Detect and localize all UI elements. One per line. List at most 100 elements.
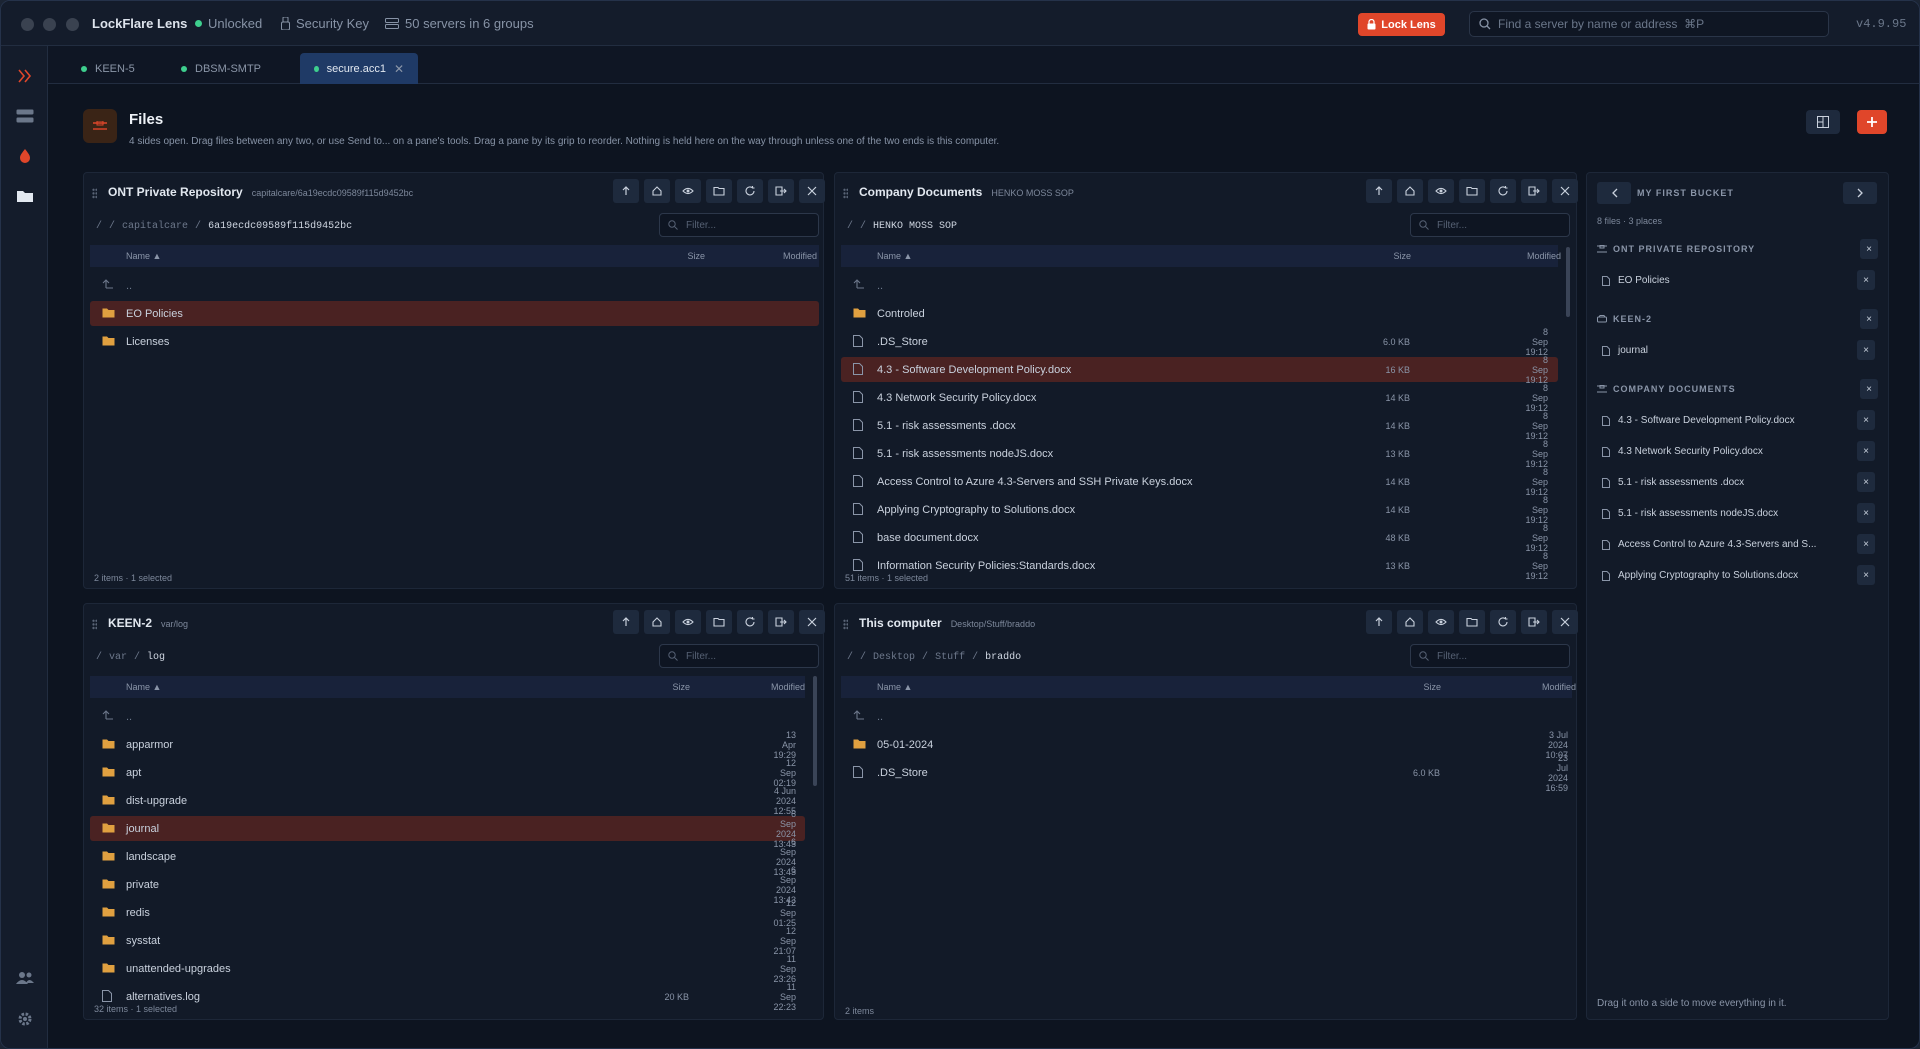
security-key-indicator[interactable]: Security Key (281, 16, 369, 31)
parent-directory-row[interactable]: .. (90, 273, 819, 298)
folder-row[interactable]: EO Policies (90, 301, 819, 326)
sort-by-size[interactable]: Size (687, 251, 705, 261)
scrollbar[interactable] (813, 676, 817, 786)
pane-grip-icon[interactable] (843, 619, 848, 630)
sort-by-modified[interactable]: Modified (783, 251, 817, 261)
bucket-prev-button[interactable] (1597, 182, 1631, 204)
sort-by-modified[interactable]: Modified (1527, 251, 1561, 261)
settings-nav-icon[interactable] (13, 1007, 37, 1031)
upload-button[interactable] (1366, 179, 1392, 203)
breadcrumb-segment[interactable]: / (860, 221, 866, 232)
window-close-button[interactable] (21, 18, 34, 31)
preview-button[interactable] (675, 179, 701, 203)
remove-item-button[interactable]: × (1857, 441, 1875, 461)
servers-nav-icon[interactable] (13, 104, 37, 128)
filter-field[interactable] (659, 213, 819, 237)
remove-item-button[interactable]: × (1857, 503, 1875, 523)
remove-item-button[interactable]: × (1857, 472, 1875, 492)
pane-grip-icon[interactable] (843, 188, 848, 199)
file-row[interactable]: .DS_Store 6.0 KB 8 Sep 19:12 (841, 327, 1558, 357)
parent-directory-row[interactable]: .. (841, 273, 1558, 298)
window-zoom-button[interactable] (66, 18, 79, 31)
team-nav-icon[interactable] (13, 966, 37, 990)
send-to-button[interactable] (768, 179, 794, 203)
home-button[interactable] (1397, 179, 1423, 203)
home-button[interactable] (644, 610, 670, 634)
bucket-next-button[interactable] (1843, 182, 1877, 204)
home-button[interactable] (1397, 610, 1423, 634)
home-button[interactable] (644, 179, 670, 203)
refresh-button[interactable] (737, 610, 763, 634)
sort-by-size[interactable]: Size (672, 682, 690, 692)
breadcrumb-segment[interactable]: Stuff (935, 652, 965, 663)
add-pane-button[interactable] (1857, 110, 1887, 134)
new-folder-button[interactable] (1459, 610, 1485, 634)
breadcrumb-segment[interactable]: / (860, 652, 866, 663)
file-row[interactable]: 5.1 - risk assessments .docx 14 KB 8 Sep 1… (841, 411, 1558, 441)
folder-row[interactable]: apt 12 Sep 02:19 (90, 758, 805, 788)
sort-by-name[interactable]: Name ▲ (126, 251, 161, 261)
breadcrumb-segment[interactable]: / (96, 221, 102, 232)
breadcrumb-segment[interactable]: / (847, 652, 853, 663)
send-to-button[interactable] (1521, 610, 1547, 634)
tab-keen-5[interactable]: KEEN-5 (67, 53, 149, 84)
breadcrumb-segment[interactable]: var (109, 652, 127, 663)
lock-lens-button[interactable]: Lock Lens (1358, 13, 1445, 36)
breadcrumb-segment[interactable]: capitalcare (122, 221, 188, 232)
file-row[interactable]: 4.3 - Software Development Policy.docx 16… (841, 355, 1558, 385)
upload-button[interactable] (1366, 610, 1392, 634)
refresh-button[interactable] (1490, 179, 1516, 203)
preview-button[interactable] (675, 610, 701, 634)
filter-input[interactable] (686, 219, 806, 231)
file-row[interactable]: alternatives.log 20 KB 11 Sep 22:23 (90, 982, 805, 1012)
file-row[interactable]: Applying Cryptography to Solutions.docx 1… (841, 495, 1558, 525)
remove-item-button[interactable]: × (1857, 565, 1875, 585)
flare-nav-icon[interactable] (13, 144, 37, 168)
breadcrumb-segment[interactable]: / (972, 652, 978, 663)
folder-row[interactable]: private 6 Sep 2024 13:43 (90, 865, 805, 905)
filter-field[interactable] (1410, 644, 1570, 668)
pane-grip-icon[interactable] (92, 188, 97, 199)
filter-input[interactable] (1437, 219, 1557, 231)
breadcrumb-segment[interactable]: / (109, 221, 115, 232)
remove-group-button[interactable]: × (1860, 379, 1878, 399)
folder-row[interactable]: journal 6 Sep 2024 13:43 (90, 809, 805, 849)
close-tab-icon[interactable]: ✕ (394, 62, 404, 76)
new-folder-button[interactable] (1459, 179, 1485, 203)
tab-dbsm-smtp[interactable]: DBSM-SMTP (167, 53, 275, 84)
remove-group-button[interactable]: × (1860, 309, 1878, 329)
breadcrumb-segment[interactable]: / (195, 221, 201, 232)
filter-field[interactable] (659, 644, 819, 668)
sort-by-name[interactable]: Name ▲ (126, 682, 161, 692)
remove-group-button[interactable]: × (1860, 239, 1878, 259)
file-row[interactable]: .DS_Store 6.0 KB 23 Jul 2024 16:59 (841, 753, 1572, 793)
scrollbar[interactable] (1566, 247, 1570, 317)
expand-sidebar-icon[interactable] (13, 64, 37, 88)
refresh-button[interactable] (1490, 610, 1516, 634)
upload-button[interactable] (613, 610, 639, 634)
file-row[interactable]: 5.1 - risk assessments nodeJS.docx 13 KB 8… (841, 439, 1558, 469)
file-row[interactable]: Information Security Policies:Standards.… (841, 551, 1558, 581)
sort-by-modified[interactable]: Modified (1542, 682, 1576, 692)
pane-grip-icon[interactable] (92, 619, 97, 630)
file-row[interactable]: base document.docx 48 KB 8 Sep 19:12 (841, 523, 1558, 553)
filter-input[interactable] (1437, 650, 1557, 662)
parent-directory-row[interactable]: .. (841, 704, 1572, 729)
close-pane-button[interactable] (799, 179, 825, 203)
sort-by-modified[interactable]: Modified (771, 682, 805, 692)
breadcrumb-segment[interactable]: / (134, 652, 140, 663)
files-nav-icon[interactable] (13, 184, 37, 208)
folder-row[interactable]: apparmor 13 Apr 19:29 (90, 730, 805, 760)
breadcrumb-segment[interactable]: / (96, 652, 102, 663)
sort-by-name[interactable]: Name ▲ (877, 682, 912, 692)
folder-row[interactable]: Licenses (90, 329, 819, 354)
folder-row[interactable]: sysstat 12 Sep 21:07 (90, 926, 805, 956)
upload-button[interactable] (613, 179, 639, 203)
folder-row[interactable]: dist-upgrade 4 Jun 2024 12:55 (90, 786, 805, 816)
server-search[interactable] (1469, 11, 1829, 37)
send-to-button[interactable] (1521, 179, 1547, 203)
file-row[interactable]: Access Control to Azure 4.3-Servers and … (841, 467, 1558, 497)
server-count[interactable]: 50 servers in 6 groups (385, 16, 534, 31)
refresh-button[interactable] (737, 179, 763, 203)
close-pane-button[interactable] (799, 610, 825, 634)
